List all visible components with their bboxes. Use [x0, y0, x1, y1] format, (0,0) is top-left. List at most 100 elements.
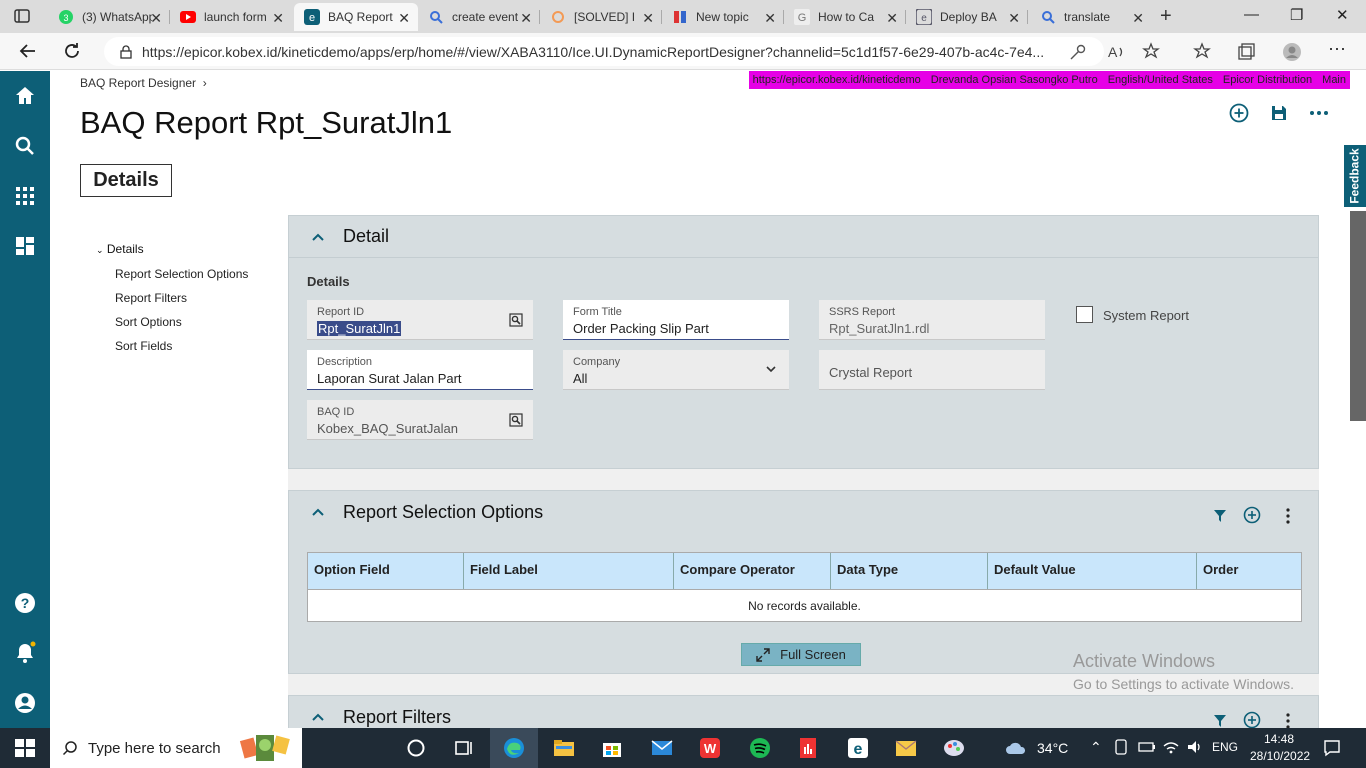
- scrollbar-thumb[interactable]: [1350, 211, 1366, 421]
- system-report-checkbox[interactable]: [1076, 306, 1093, 323]
- add-new-icon[interactable]: [1228, 102, 1250, 124]
- read-aloud-icon[interactable]: A: [1106, 42, 1126, 62]
- detail-card-header[interactable]: Detail: [289, 216, 1318, 258]
- tray-chevron-up-icon[interactable]: ⌃: [1090, 739, 1102, 756]
- wps-office-icon[interactable]: W: [698, 736, 722, 760]
- close-tab-icon[interactable]: ✕: [886, 10, 898, 27]
- taskbar-search-box[interactable]: Type here to search: [50, 728, 302, 768]
- tab-actions-icon[interactable]: [14, 8, 30, 24]
- add-row-icon[interactable]: [1243, 711, 1261, 728]
- tree-item-report-filters[interactable]: Report Filters: [115, 291, 187, 305]
- browser-tab[interactable]: e Deploy BA ✕: [906, 3, 1028, 31]
- browser-menu-icon[interactable]: ⋯: [1328, 39, 1346, 60]
- refresh-icon[interactable]: [62, 41, 82, 61]
- user-profile-icon[interactable]: [13, 691, 37, 715]
- column-header-field-label[interactable]: Field Label: [464, 553, 674, 589]
- ssrs-report-field[interactable]: SSRS Report Rpt_SuratJln1.rdl: [819, 300, 1045, 340]
- filter-icon[interactable]: [1211, 507, 1229, 525]
- details-button[interactable]: Details: [80, 164, 172, 197]
- column-header-option-field[interactable]: Option Field: [308, 553, 464, 589]
- tree-item-sort-fields[interactable]: Sort Fields: [115, 339, 172, 353]
- column-header-data-type[interactable]: Data Type: [831, 553, 988, 589]
- description-field[interactable]: Description Laporan Surat Jalan Part: [307, 350, 533, 390]
- wifi-icon[interactable]: [1162, 738, 1180, 756]
- browser-tab[interactable]: 3 (3) WhatsApp ✕: [48, 3, 170, 31]
- close-window-button[interactable]: ✕: [1336, 6, 1349, 24]
- report-filters-header[interactable]: Report Filters: [289, 696, 1318, 728]
- column-header-default-value[interactable]: Default Value: [988, 553, 1197, 589]
- profile-avatar-icon[interactable]: [1282, 42, 1302, 62]
- full-screen-button[interactable]: Full Screen: [741, 643, 861, 666]
- edge-browser-icon[interactable]: [502, 736, 526, 760]
- column-header-order[interactable]: Order: [1197, 553, 1301, 589]
- save-icon[interactable]: [1268, 102, 1290, 124]
- epicor-app-icon[interactable]: e: [846, 736, 870, 760]
- volume-icon[interactable]: [1186, 738, 1204, 756]
- tree-item-sort-options[interactable]: Sort Options: [115, 315, 182, 329]
- paint-icon[interactable]: [942, 736, 966, 760]
- browser-tab[interactable]: [SOLVED] I ✕: [540, 3, 662, 31]
- close-tab-icon[interactable]: ✕: [520, 10, 532, 27]
- dashboard-icon[interactable]: [13, 234, 37, 258]
- back-arrow-icon[interactable]: [18, 41, 38, 61]
- browser-tab[interactable]: launch form ✕: [170, 3, 292, 31]
- pdf-reader-icon[interactable]: [796, 736, 820, 760]
- notifications-bell-icon[interactable]: [13, 641, 37, 665]
- add-favorite-icon[interactable]: [1142, 42, 1162, 62]
- baq-id-field[interactable]: BAQ ID Kobex_BAQ_SuratJalan: [307, 400, 533, 440]
- outlook-icon[interactable]: [894, 736, 918, 760]
- browser-tab[interactable]: translate ✕: [1030, 3, 1152, 31]
- form-title-field[interactable]: Form Title Order Packing Slip Part: [563, 300, 789, 340]
- browser-tab[interactable]: New topic ✕: [662, 3, 784, 31]
- close-tab-icon[interactable]: ✕: [398, 10, 410, 27]
- more-options-icon[interactable]: [1279, 712, 1297, 728]
- company-dropdown[interactable]: Company All: [563, 350, 789, 390]
- close-tab-icon[interactable]: ✕: [150, 10, 162, 27]
- close-tab-icon[interactable]: ✕: [1008, 10, 1020, 27]
- help-icon[interactable]: ?: [13, 591, 37, 615]
- clock-time[interactable]: 14:48: [1264, 732, 1294, 746]
- favorites-icon[interactable]: [1192, 42, 1212, 62]
- report-selection-options-header[interactable]: Report Selection Options: [289, 491, 1318, 533]
- search-lookup-icon[interactable]: [509, 313, 523, 327]
- close-tab-icon[interactable]: ✕: [642, 10, 654, 27]
- key-icon[interactable]: [1068, 42, 1088, 62]
- chevron-down-icon[interactable]: [765, 365, 777, 373]
- collections-icon[interactable]: [1236, 42, 1256, 62]
- close-tab-icon[interactable]: ✕: [272, 10, 284, 27]
- tree-item-report-selection-options[interactable]: Report Selection Options: [115, 267, 248, 281]
- task-view-icon[interactable]: [452, 736, 476, 760]
- crystal-report-field[interactable]: Crystal Report: [819, 350, 1045, 390]
- add-row-icon[interactable]: [1243, 506, 1261, 524]
- windows-start-icon[interactable]: [13, 736, 37, 760]
- browser-tab-active[interactable]: e BAQ Report ✕: [294, 3, 418, 31]
- mail-icon[interactable]: [650, 736, 674, 760]
- tree-node-details[interactable]: ⌄ Details: [96, 242, 144, 256]
- apps-grid-icon[interactable]: [13, 184, 37, 208]
- spotify-icon[interactable]: [748, 736, 772, 760]
- microsoft-store-icon[interactable]: [600, 736, 624, 760]
- search-lookup-icon[interactable]: [509, 413, 523, 427]
- new-tab-button[interactable]: +: [1160, 5, 1172, 28]
- browser-tab[interactable]: create event ✕: [418, 3, 540, 31]
- close-tab-icon[interactable]: ✕: [1132, 10, 1144, 27]
- battery-icon[interactable]: [1138, 738, 1156, 756]
- minimize-button[interactable]: —: [1244, 6, 1259, 23]
- more-options-icon[interactable]: [1308, 102, 1330, 124]
- input-language[interactable]: ENG: [1212, 740, 1238, 754]
- home-icon[interactable]: [13, 84, 37, 108]
- restore-button[interactable]: ❐: [1290, 6, 1303, 24]
- column-header-compare-operator[interactable]: Compare Operator: [674, 553, 831, 589]
- filter-icon[interactable]: [1211, 712, 1229, 728]
- close-tab-icon[interactable]: ✕: [764, 10, 776, 27]
- more-options-icon[interactable]: [1279, 507, 1297, 525]
- feedback-tab[interactable]: Feedback: [1344, 145, 1366, 207]
- notification-center-icon[interactable]: [1322, 738, 1342, 758]
- weather-temperature[interactable]: 34°C: [1037, 740, 1068, 756]
- cortana-icon[interactable]: [404, 736, 428, 760]
- chevron-up-icon[interactable]: [311, 507, 325, 517]
- breadcrumb[interactable]: BAQ Report Designer ›: [80, 76, 207, 90]
- chevron-up-icon[interactable]: [311, 712, 325, 722]
- tray-device-icon[interactable]: [1112, 738, 1130, 756]
- search-icon[interactable]: [13, 134, 37, 158]
